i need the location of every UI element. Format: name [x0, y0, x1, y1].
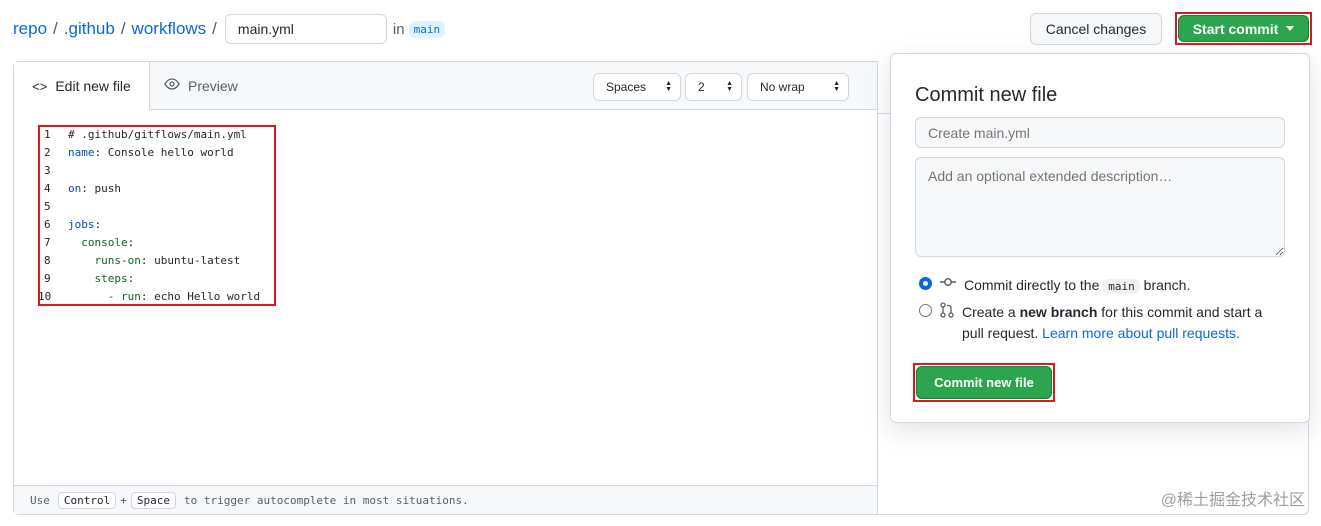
filename-input[interactable]: [224, 14, 387, 44]
code-key: jobs: [68, 218, 95, 231]
kbd-space: Space: [130, 491, 176, 509]
line-number: 10: [38, 290, 52, 303]
line-number: 6: [44, 218, 51, 231]
popover-title: Commit new file: [915, 84, 1058, 106]
line-number: 2: [44, 146, 51, 159]
editor-header: <> Edit new file Preview Spaces ▲ ▼ 2 ▲ ▼ …: [14, 62, 877, 110]
start-commit-button[interactable]: Start commit: [1178, 15, 1309, 42]
select-arrows-icon: ▲ ▼: [833, 80, 840, 93]
footer-use: Use: [30, 493, 50, 507]
code-text: # .github/gitflows/main.yml: [68, 128, 247, 141]
line-number: 3: [44, 164, 51, 177]
tab-preview-label: Preview: [188, 77, 238, 94]
option-new-prefix: Create a: [962, 304, 1016, 320]
top-bar: repo / .github / workflows / in main Can…: [0, 0, 1321, 58]
option-new-branch[interactable]: Create a new branch for this commit and …: [919, 302, 1269, 344]
line-number: 8: [44, 254, 51, 267]
line-number: 9: [44, 272, 51, 285]
code-text: :: [127, 272, 135, 285]
breadcrumb-separator: /: [120, 19, 126, 38]
breadcrumb-workflows-link[interactable]: workflows: [132, 19, 207, 39]
wrap-mode-select[interactable]: No wrap ▲ ▼: [747, 73, 849, 101]
indent-size-value: 2: [698, 80, 705, 94]
code-line: 2 name: Console hello world: [38, 144, 260, 162]
radio-direct[interactable]: [919, 277, 932, 290]
breadcrumb-separator: /: [53, 19, 58, 38]
option-new-bold: new branch: [1019, 304, 1098, 320]
code-text: :: [127, 236, 135, 249]
code-text: : Console hello world: [94, 146, 234, 159]
tab-edit-new-file[interactable]: <> Edit new file: [14, 62, 150, 110]
watermark: @稀土掘金技术社区: [1160, 492, 1305, 509]
editor-footer: Use Control + Space to trigger autocompl…: [14, 485, 877, 514]
code-key: on: [68, 182, 82, 195]
breadcrumb: repo / .github / workflows / in main: [13, 13, 446, 45]
commit-description-textarea[interactable]: [915, 157, 1285, 257]
breadcrumb-separator: /: [212, 19, 217, 38]
code-line: 6 jobs:: [38, 216, 260, 234]
indent-mode-select[interactable]: Spaces ▲ ▼: [593, 73, 681, 101]
code-line: 1 # .github/gitflows/main.yml: [38, 126, 260, 144]
code-text: :: [94, 218, 102, 231]
code-key: name: [68, 146, 95, 159]
breadcrumb-github-link[interactable]: .github: [64, 19, 115, 39]
code-text: : push: [81, 182, 121, 195]
line-number: 1: [44, 128, 51, 141]
file-editor: <> Edit new file Preview Spaces ▲ ▼ 2 ▲ ▼ …: [13, 61, 878, 515]
option-direct-suffix: branch.: [1143, 277, 1191, 293]
code-area[interactable]: 1 # .github/gitflows/main.yml 2 name: Cons…: [38, 126, 260, 306]
commit-popover: Commit new file Commit directly to the m…: [890, 53, 1310, 423]
code-key: console: [68, 236, 128, 249]
code-line: 10 - run: echo Hello world: [38, 288, 260, 306]
select-arrows-icon: ▲ ▼: [665, 80, 672, 93]
tab-edit-label: Edit new file: [55, 78, 131, 94]
tab-preview[interactable]: Preview: [164, 62, 238, 109]
footer-hint: to trigger autocomplete in most situatio…: [183, 493, 469, 507]
select-arrows-icon: ▲ ▼: [726, 80, 733, 93]
code-line: 9 steps:: [38, 270, 260, 288]
code-line: 7 console:: [38, 234, 260, 252]
caret-down-icon: [1286, 26, 1295, 31]
learn-more-pull-requests-link[interactable]: Learn more about pull requests.: [1042, 325, 1240, 341]
option-direct-prefix: Commit directly to the: [964, 277, 1100, 293]
line-number: 4: [44, 182, 51, 195]
option-new-branch-text: Create a new branch for this commit and …: [936, 302, 1269, 344]
code-icon: <>: [32, 78, 48, 94]
git-commit-icon: [940, 275, 956, 292]
option-direct-text: Commit directly to the main branch.: [964, 275, 1190, 297]
indent-mode-value: Spaces: [606, 80, 647, 94]
commit-new-file-button[interactable]: Commit new file: [916, 366, 1052, 399]
eye-icon: [164, 76, 180, 95]
code-key: steps: [68, 272, 128, 285]
code-line: 4 on: push: [38, 180, 260, 198]
breadcrumb-repo-link[interactable]: repo: [13, 19, 47, 39]
code-key: runs-on: [68, 254, 141, 267]
line-number: 5: [44, 200, 51, 213]
kbd-control: Control: [57, 491, 117, 509]
cancel-changes-button[interactable]: Cancel changes: [1030, 13, 1162, 45]
in-label: in: [392, 20, 405, 38]
option-commit-direct[interactable]: Commit directly to the main branch.: [919, 275, 1190, 297]
code-line: 3: [38, 162, 260, 180]
code-line: 5: [38, 198, 260, 216]
footer-plus: +: [120, 493, 127, 507]
option-direct-branch: main: [1103, 279, 1140, 294]
code-text: : ubuntu-latest: [140, 254, 241, 267]
wrap-mode-value: No wrap: [760, 80, 805, 94]
code-key: - run: [68, 290, 141, 303]
indent-size-select[interactable]: 2 ▲ ▼: [685, 73, 742, 101]
commit-summary-input[interactable]: [915, 117, 1285, 148]
code-line: 8 runs-on: ubuntu-latest: [38, 252, 260, 270]
branch-tag: main: [408, 20, 446, 38]
code-text: : echo Hello world: [140, 290, 261, 303]
line-number: 7: [44, 236, 51, 249]
radio-new-branch[interactable]: [919, 304, 932, 317]
start-commit-label: Start commit: [1192, 20, 1279, 37]
